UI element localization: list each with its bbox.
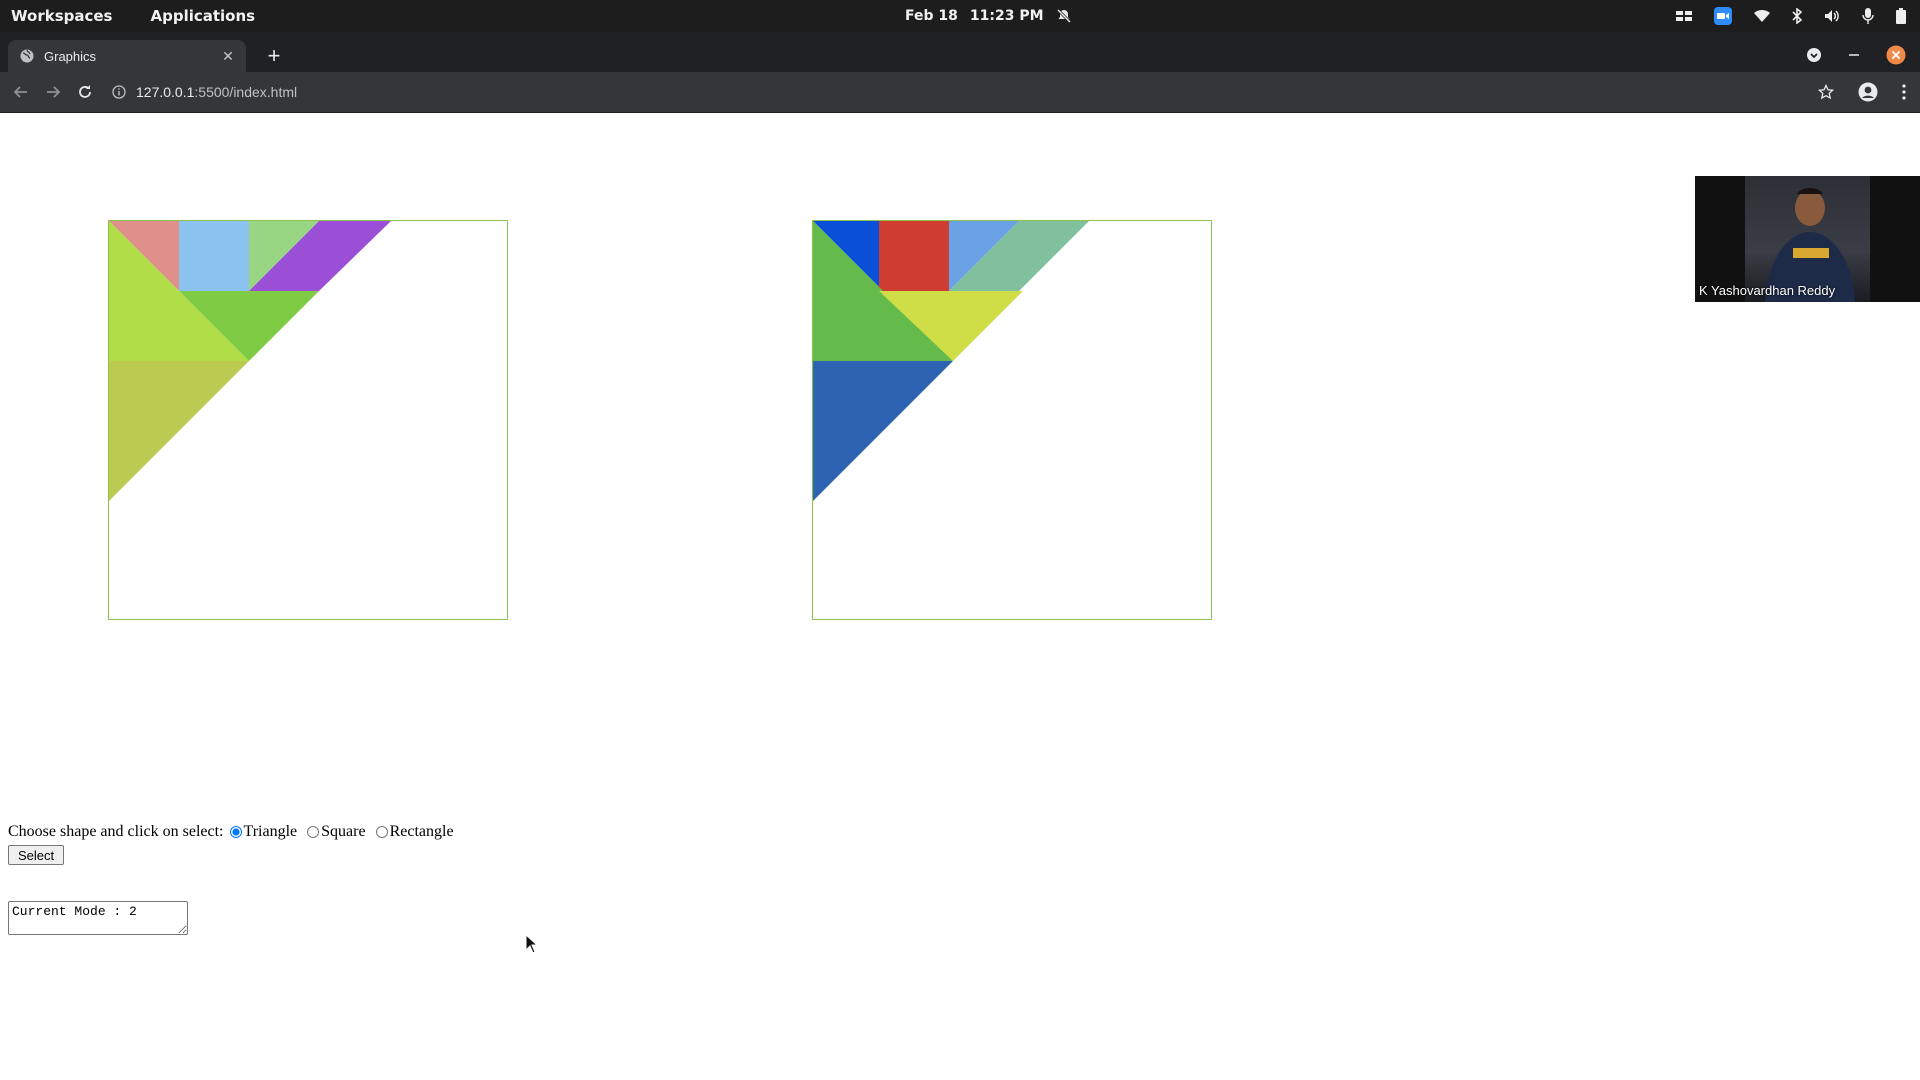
minimize-icon[interactable] xyxy=(1848,49,1860,61)
video-call-thumbnail[interactable]: K Yashovardhan Reddy xyxy=(1695,176,1920,302)
microphone-icon[interactable] xyxy=(1862,8,1874,24)
tab-title: Graphics xyxy=(44,48,97,64)
clock[interactable]: Feb 18 11:23 PM xyxy=(905,0,1072,32)
browser-tab-strip xyxy=(0,32,1920,72)
notifications-muted-icon xyxy=(1056,8,1072,24)
browser-menu-icon[interactable] xyxy=(1902,84,1906,100)
rectangle-label: Rectangle xyxy=(389,823,454,840)
piece-olive-triangle xyxy=(109,361,249,501)
select-button[interactable]: Select xyxy=(8,845,65,865)
workspaces-menu[interactable]: Workspaces xyxy=(11,7,112,25)
url-host: 127.0.0.1 xyxy=(136,84,195,100)
url-text[interactable]: 127.0.0.1:5500/index.html xyxy=(136,84,297,100)
rectangle-radio[interactable] xyxy=(375,826,388,838)
piece-dark-blue-triangle xyxy=(813,361,953,501)
clock-date: Feb 18 xyxy=(905,8,958,24)
canvas-left[interactable] xyxy=(108,220,508,620)
address-bar[interactable]: 127.0.0.1:5500/index.html xyxy=(112,80,297,104)
forward-icon[interactable] xyxy=(41,80,65,104)
piece-red-square xyxy=(879,221,949,291)
canvas-right[interactable] xyxy=(812,220,1212,620)
bluetooth-icon[interactable] xyxy=(1792,8,1802,24)
tangram-right xyxy=(813,221,1089,501)
profile-avatar-icon[interactable] xyxy=(1858,82,1878,102)
bookmark-star-icon[interactable] xyxy=(1818,84,1834,100)
triangle-radio[interactable] xyxy=(229,826,242,838)
zoom-app-icon[interactable] xyxy=(1714,7,1732,25)
volume-icon[interactable] xyxy=(1824,9,1840,23)
triangle-label: Triangle xyxy=(243,823,298,840)
back-icon[interactable] xyxy=(9,80,33,104)
wifi-icon[interactable] xyxy=(1754,9,1770,23)
battery-icon[interactable] xyxy=(1896,8,1906,24)
applications-menu[interactable]: Applications xyxy=(150,7,255,25)
site-info-icon[interactable] xyxy=(112,85,126,99)
clock-time: 11:23 PM xyxy=(969,8,1044,24)
piece-blue-square xyxy=(179,221,249,291)
url-path: :5500/index.html xyxy=(194,84,298,100)
tab-close-icon[interactable]: ✕ xyxy=(218,48,238,65)
participant-name: K Yashovardhan Reddy xyxy=(1699,283,1836,298)
square-radio[interactable] xyxy=(307,826,320,838)
option-rectangle[interactable]: Rectangle xyxy=(370,823,454,841)
mouse-cursor-icon xyxy=(525,933,539,959)
shape-selector: Choose shape and click on select: Triang… xyxy=(8,823,458,841)
current-mode-textarea[interactable]: Current Mode : 2 xyxy=(8,901,188,935)
option-square[interactable]: Square xyxy=(301,823,366,841)
window-switcher-icon[interactable] xyxy=(1676,10,1692,22)
tangram-left xyxy=(109,221,391,501)
system-top-bar: Workspaces Applications Feb 18 11:23 PM xyxy=(0,0,1920,32)
square-label: Square xyxy=(321,823,366,840)
tab-search-icon[interactable] xyxy=(1806,47,1822,63)
tab-graphics[interactable]: Graphics ✕ xyxy=(8,40,246,72)
option-triangle[interactable]: Triangle xyxy=(224,823,298,841)
reload-icon[interactable] xyxy=(73,80,97,104)
new-tab-button[interactable]: + xyxy=(262,43,286,68)
shape-prompt-label: Choose shape and click on select: xyxy=(8,823,224,840)
globe-icon xyxy=(20,49,34,63)
close-window-icon[interactable] xyxy=(1886,45,1906,65)
